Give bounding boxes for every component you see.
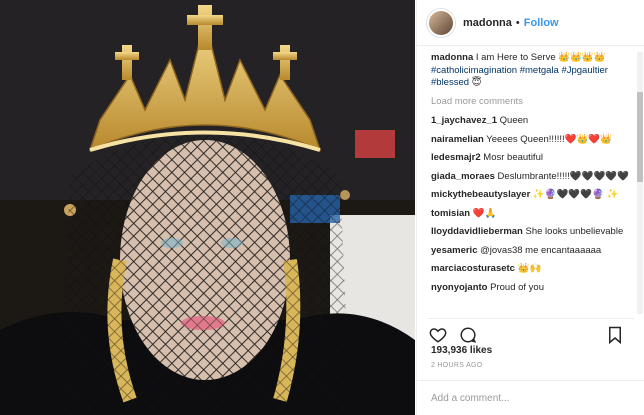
comment-row: yesameric @jovas38 me encantaaaaaa: [431, 245, 634, 258]
comment-row: nyonyojanto Proud of you: [431, 282, 634, 295]
comment-username[interactable]: lloyddavidlieberman: [431, 226, 523, 237]
comment-row: giada_moraes Deslumbrante!!!!!🖤🖤🖤🖤🖤: [431, 171, 634, 184]
post-photo: [0, 0, 415, 415]
caption-emoji: 😇: [471, 77, 482, 88]
likes-count[interactable]: 193,936 likes: [431, 345, 492, 356]
comment-username[interactable]: tomisian: [431, 208, 470, 219]
author-username[interactable]: madonna: [463, 17, 512, 29]
comment-username[interactable]: nairamelian: [431, 134, 484, 145]
comments-list[interactable]: madonna I am Here to Serve 👑👑👑👑 #catholi…: [431, 52, 634, 314]
avatar[interactable]: [427, 8, 455, 37]
follow-button[interactable]: Follow: [524, 17, 559, 29]
caption-hashtags[interactable]: #catholicimagination #metgala #Jpgaultie…: [431, 65, 608, 89]
comment-row: ledesmajr2 Mosr beautiful: [431, 152, 634, 165]
comment-username[interactable]: 1_jaychavez_1: [431, 115, 497, 126]
comment-row: marciacosturasetc 👑🙌: [431, 263, 634, 276]
comment-text: Queen: [499, 115, 529, 126]
post-timestamp: 2 HOURS AGO: [431, 362, 483, 369]
comment-row: lloyddavidlieberman She looks unbelievab…: [431, 226, 634, 239]
comment-row: 1_jaychavez_1 Queen: [431, 115, 634, 128]
caption-username[interactable]: madonna: [431, 52, 473, 63]
scrollbar-thumb[interactable]: [637, 92, 643, 182]
comments-scrollbar[interactable]: [637, 52, 643, 314]
comment-text: She looks unbelievable: [525, 226, 624, 237]
post-side-panel: madonna • Follow madonna I am Here to Se…: [416, 0, 644, 415]
comment-text: Mosr beautiful: [483, 152, 543, 163]
photo-artwork: [0, 0, 415, 415]
comment-username[interactable]: yesameric: [431, 245, 477, 256]
comment-text: Proud of you: [490, 281, 544, 293]
action-bar: [427, 318, 634, 344]
post-header: madonna • Follow: [417, 0, 644, 46]
comment-text: 👑🙌: [517, 263, 542, 274]
bookmark-icon[interactable]: [604, 324, 626, 346]
caption-text: I am Here to Serve 👑👑👑👑: [475, 52, 606, 63]
comment-username[interactable]: giada_moraes: [431, 171, 495, 182]
heart-icon[interactable]: [427, 324, 449, 346]
add-comment-bar: [417, 380, 644, 415]
comment-row: nairamelian Yeeees Queen!!!!!!❤️👑❤️👑: [431, 134, 634, 147]
comment-username[interactable]: nyonyojanto: [431, 282, 487, 293]
comment-icon[interactable]: [457, 324, 479, 346]
header-dot: •: [515, 16, 520, 29]
comment-text: @jovas38 me encantaaaaaa: [480, 244, 602, 256]
comment-username[interactable]: ledesmajr2: [431, 152, 481, 163]
comment-row: tomisian ❤️🙏: [431, 208, 634, 221]
comment-text: ✨🔮🖤🖤🖤🔮 ✨: [532, 189, 619, 200]
load-more-comments[interactable]: Load more comments: [431, 96, 634, 109]
comment-username[interactable]: mickythebeautyslayer: [431, 189, 530, 200]
comment-text: Yeeees Queen!!!!!!❤️👑❤️👑: [486, 133, 612, 145]
add-comment-input[interactable]: [431, 392, 630, 404]
post-caption: madonna I am Here to Serve 👑👑👑👑 #catholi…: [431, 52, 634, 90]
comment-text: Deslumbrante!!!!!🖤🖤🖤🖤🖤: [497, 170, 630, 182]
comment-text: ❤️🙏: [472, 207, 497, 219]
comment-username[interactable]: marciacosturasetc: [431, 263, 515, 274]
comment-row: mickythebeautyslayer ✨🔮🖤🖤🖤🔮 ✨: [431, 189, 634, 202]
